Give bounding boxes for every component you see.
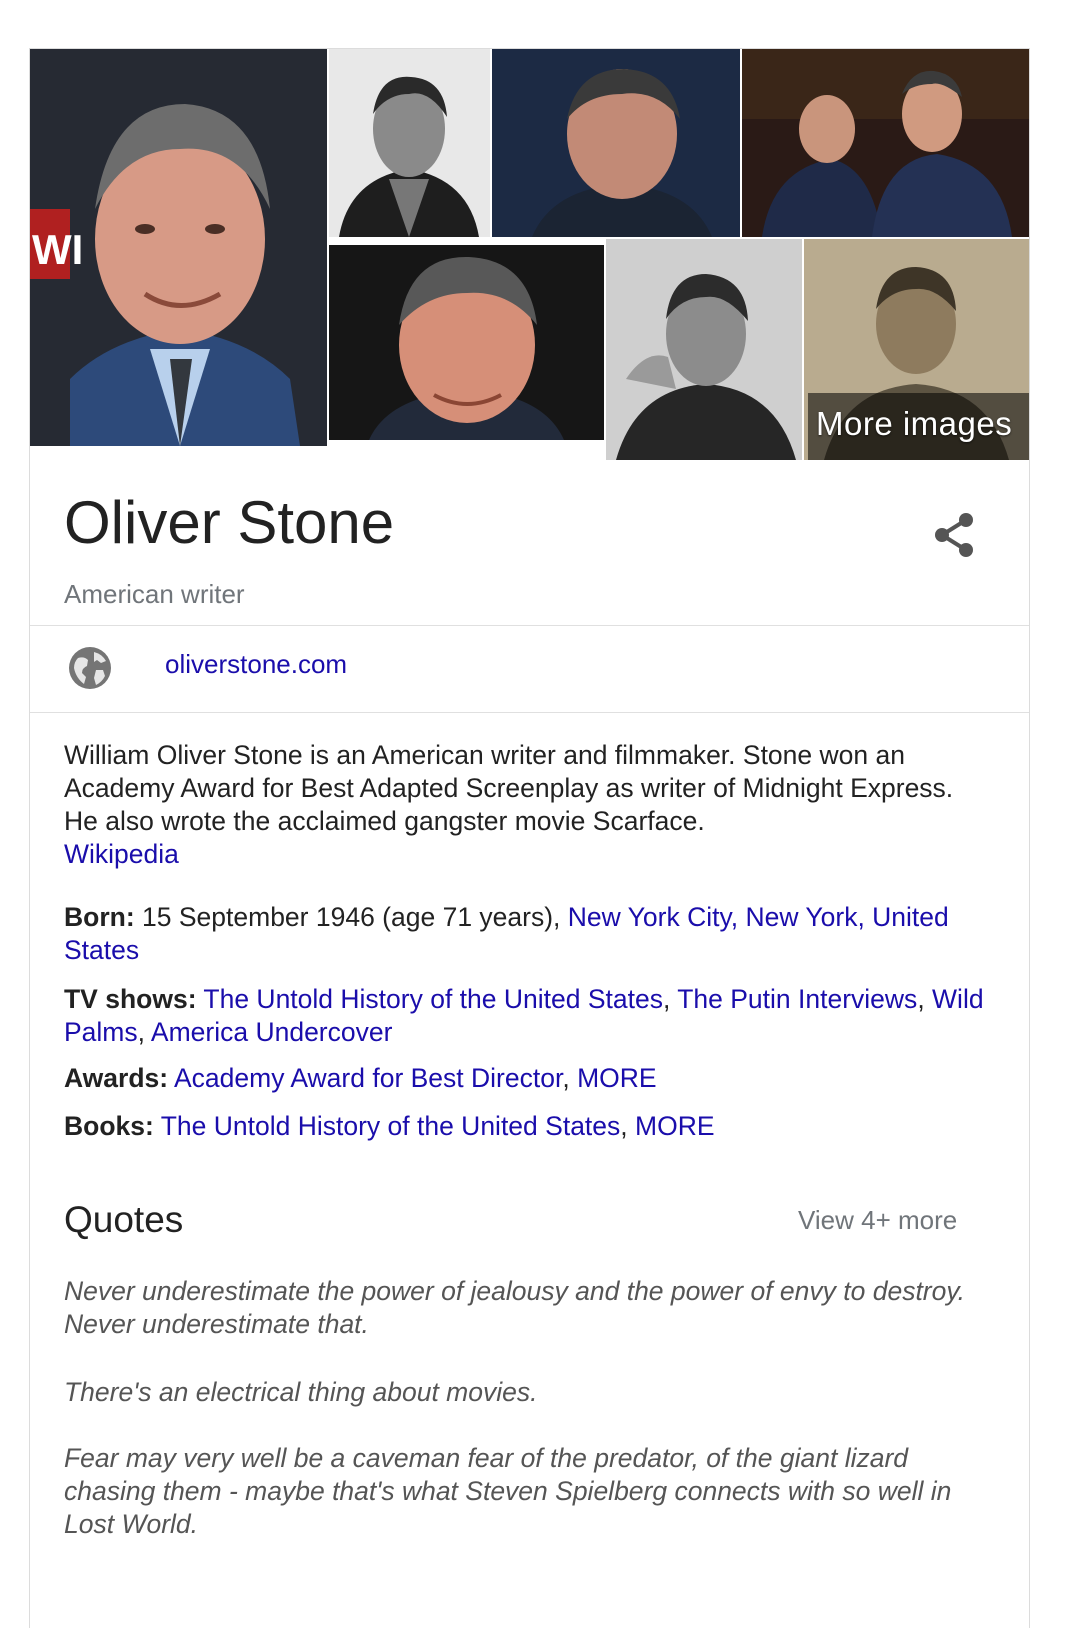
main-photo[interactable]: WI — [30, 49, 327, 446]
more-images-link[interactable]: More images — [816, 405, 1012, 443]
divider — [30, 625, 1029, 626]
fact-born: Born: 15 September 1946 (age 71 years), … — [64, 901, 984, 967]
fact-label: TV shows: — [64, 984, 197, 1014]
website-link[interactable]: oliverstone.com — [165, 649, 347, 680]
fact-label: Born: — [64, 902, 135, 932]
image-grid: WI More images — [30, 49, 1029, 460]
svg-text:WI: WI — [32, 226, 83, 273]
wikipedia-link[interactable]: Wikipedia — [64, 839, 179, 869]
quote-item: There's an electrical thing about movies… — [64, 1377, 538, 1407]
photo-4[interactable] — [742, 49, 1029, 237]
entity-title: Oliver Stone — [64, 489, 395, 556]
fact-tv-shows: TV shows: The Untold History of the Unit… — [64, 984, 984, 1047]
born-date: 15 September 1946 (age 71 years), — [142, 902, 561, 932]
share-icon[interactable] — [930, 509, 980, 561]
description: William Oliver Stone is an American writ… — [64, 739, 984, 871]
fact-label: Books: — [64, 1111, 154, 1141]
quote-item: Never underestimate the power of jealous… — [64, 1276, 966, 1339]
fact-label: Awards: — [64, 1063, 169, 1093]
fact-books: Books: The Untold History of the United … — [64, 1111, 715, 1141]
tv-show-link[interactable]: America Undercover — [151, 1017, 393, 1047]
divider — [30, 712, 1029, 713]
description-text: William Oliver Stone is an American writ… — [64, 740, 954, 836]
tv-show-link[interactable]: The Untold History of the United States — [203, 984, 663, 1014]
book-link[interactable]: The Untold History of the United States — [161, 1111, 621, 1141]
fact-awards: Awards: Academy Award for Best Director,… — [64, 1063, 657, 1093]
knowledge-panel: WI More images Oliver Stone American wri… — [29, 48, 1030, 1628]
photo-2[interactable] — [329, 49, 490, 237]
tv-show-link[interactable]: The Putin Interviews — [677, 984, 917, 1014]
photo-3[interactable] — [492, 49, 740, 237]
quote-item: Fear may very well be a caveman fear of … — [64, 1443, 952, 1539]
quotes-heading: Quotes — [64, 1199, 184, 1240]
photo-5[interactable] — [329, 245, 604, 440]
view-more-quotes-link[interactable]: View 4+ more — [798, 1205, 957, 1236]
globe-icon — [68, 646, 112, 690]
entity-subtitle: American writer — [64, 579, 245, 609]
award-link[interactable]: Academy Award for Best Director — [174, 1063, 562, 1093]
books-more-link[interactable]: MORE — [635, 1111, 715, 1141]
awards-more-link[interactable]: MORE — [577, 1063, 657, 1093]
photo-6[interactable] — [606, 239, 802, 460]
